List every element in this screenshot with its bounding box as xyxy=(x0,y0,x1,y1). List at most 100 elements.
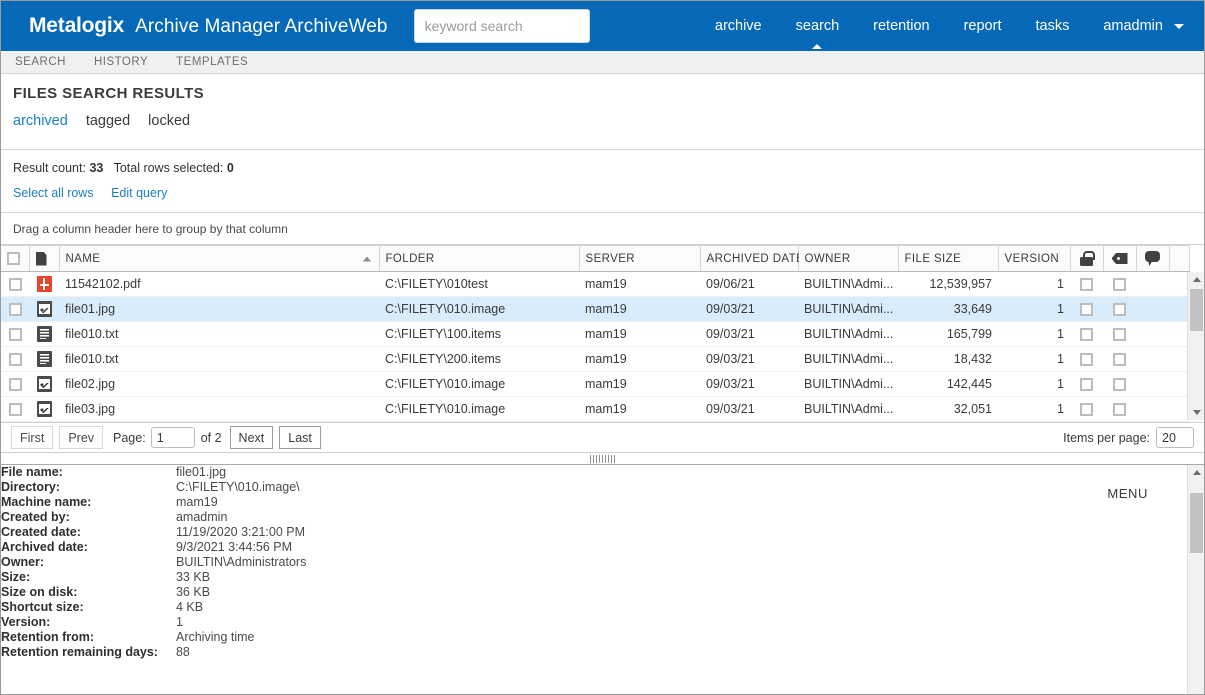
detail-scroll-up-button[interactable] xyxy=(1188,465,1204,480)
tagged-checkbox[interactable] xyxy=(1113,378,1126,391)
column-header-locked[interactable] xyxy=(1070,246,1103,272)
scroll-up-button[interactable] xyxy=(1188,272,1205,287)
img-file-icon xyxy=(37,301,52,317)
row-locked-cell[interactable] xyxy=(1070,372,1103,397)
locked-checkbox[interactable] xyxy=(1080,403,1093,416)
detail-menu-button[interactable]: MENU xyxy=(1107,486,1148,501)
row-locked-cell[interactable] xyxy=(1070,347,1103,372)
row-locked-cell[interactable] xyxy=(1070,397,1103,422)
row-tagged-cell[interactable] xyxy=(1103,272,1136,297)
nav-item-search[interactable]: search xyxy=(779,1,857,51)
detail-vertical-scrollbar[interactable] xyxy=(1187,465,1204,695)
next-page-button[interactable]: Next xyxy=(230,426,274,449)
table-row[interactable]: 11542102.pdfC:\FILETY\010testmam1909/06/… xyxy=(1,272,1189,297)
row-tagged-cell[interactable] xyxy=(1103,322,1136,347)
row-checkbox[interactable] xyxy=(9,278,22,291)
table-row[interactable]: file01.jpgC:\FILETY\010.imagemam1909/03/… xyxy=(1,297,1189,322)
subnav-item-templates[interactable]: TEMPLATES xyxy=(176,56,248,68)
filter-tab-tagged[interactable]: tagged xyxy=(86,113,130,129)
row-select-cell[interactable] xyxy=(1,397,29,422)
nav-item-tasks[interactable]: tasks xyxy=(1018,1,1086,51)
row-select-cell[interactable] xyxy=(1,372,29,397)
last-page-button[interactable]: Last xyxy=(279,426,321,449)
edit-query-link[interactable]: Edit query xyxy=(111,186,167,200)
row-name-cell[interactable]: file01.jpg xyxy=(59,297,379,322)
locked-checkbox[interactable] xyxy=(1080,328,1093,341)
page-number-input[interactable] xyxy=(151,427,195,448)
tagged-checkbox[interactable] xyxy=(1113,403,1126,416)
scrollbar-thumb[interactable] xyxy=(1190,289,1203,331)
column-header-comment[interactable] xyxy=(1136,246,1169,272)
prev-page-button[interactable]: Prev xyxy=(59,426,103,449)
filter-tab-archived[interactable]: archived xyxy=(13,113,68,129)
row-checkbox[interactable] xyxy=(9,378,22,391)
panel-splitter[interactable] xyxy=(1,453,1204,465)
row-tagged-cell[interactable] xyxy=(1103,397,1136,422)
select-all-header[interactable] xyxy=(1,246,29,272)
column-header-archived-date[interactable]: ARCHIVED DATE xyxy=(700,246,798,272)
select-all-rows-link[interactable]: Select all rows xyxy=(13,186,94,200)
row-select-cell[interactable] xyxy=(1,322,29,347)
items-per-page-input[interactable] xyxy=(1156,427,1194,448)
column-header-version[interactable]: VERSION xyxy=(998,246,1070,272)
row-name-cell[interactable]: file010.txt xyxy=(59,347,379,372)
row-locked-cell[interactable] xyxy=(1070,322,1103,347)
row-name-cell[interactable]: 11542102.pdf xyxy=(59,272,379,297)
table-row[interactable]: file010.txtC:\FILETY\200.itemsmam1909/03… xyxy=(1,347,1189,372)
first-page-button[interactable]: First xyxy=(11,426,53,449)
row-name-cell[interactable]: file03.jpg xyxy=(59,397,379,422)
column-header-file-size[interactable]: FILE SIZE xyxy=(898,246,998,272)
column-header-server[interactable]: SERVER xyxy=(579,246,700,272)
row-select-cell[interactable] xyxy=(1,347,29,372)
row-tagged-cell[interactable] xyxy=(1103,297,1136,322)
filter-tab-locked[interactable]: locked xyxy=(148,113,190,129)
select-all-checkbox[interactable] xyxy=(7,252,20,265)
search-input[interactable] xyxy=(414,9,590,43)
row-comment-cell[interactable] xyxy=(1136,322,1169,347)
row-tagged-cell[interactable] xyxy=(1103,372,1136,397)
subnav-item-search[interactable]: SEARCH xyxy=(15,56,66,68)
row-checkbox[interactable] xyxy=(9,328,22,341)
row-locked-cell[interactable] xyxy=(1070,297,1103,322)
nav-item-report[interactable]: report xyxy=(947,1,1019,51)
row-name-cell[interactable]: file02.jpg xyxy=(59,372,379,397)
tagged-checkbox[interactable] xyxy=(1113,278,1126,291)
row-comment-cell[interactable] xyxy=(1136,297,1169,322)
detail-scrollbar-thumb[interactable] xyxy=(1190,493,1203,553)
filetype-header[interactable] xyxy=(29,246,59,272)
tagged-checkbox[interactable] xyxy=(1113,328,1126,341)
column-header-owner[interactable]: OWNER xyxy=(798,246,898,272)
user-menu[interactable]: amadmin xyxy=(1086,1,1188,51)
group-by-dropzone[interactable]: Drag a column header here to group by th… xyxy=(1,213,1204,245)
row-select-cell[interactable] xyxy=(1,272,29,297)
row-locked-cell[interactable] xyxy=(1070,272,1103,297)
row-tagged-cell[interactable] xyxy=(1103,347,1136,372)
row-checkbox[interactable] xyxy=(9,303,22,316)
row-select-cell[interactable] xyxy=(1,297,29,322)
locked-checkbox[interactable] xyxy=(1080,303,1093,316)
locked-checkbox[interactable] xyxy=(1080,278,1093,291)
nav-item-archive[interactable]: archive xyxy=(698,1,779,51)
row-checkbox[interactable] xyxy=(9,353,22,366)
nav-item-retention[interactable]: retention xyxy=(856,1,946,51)
tagged-checkbox[interactable] xyxy=(1113,303,1126,316)
grid-vertical-scrollbar[interactable] xyxy=(1187,272,1204,420)
table-row[interactable]: file010.txtC:\FILETY\100.itemsmam1909/03… xyxy=(1,322,1189,347)
row-comment-cell[interactable] xyxy=(1136,397,1169,422)
table-row[interactable]: file02.jpgC:\FILETY\010.imagemam1909/03/… xyxy=(1,372,1189,397)
locked-checkbox[interactable] xyxy=(1080,378,1093,391)
row-checkbox[interactable] xyxy=(9,403,22,416)
column-header-tagged[interactable] xyxy=(1103,246,1136,272)
scroll-down-button[interactable] xyxy=(1188,405,1205,420)
tagged-checkbox[interactable] xyxy=(1113,353,1126,366)
table-row[interactable]: file03.jpgC:\FILETY\010.imagemam1909/03/… xyxy=(1,397,1189,422)
row-comment-cell[interactable] xyxy=(1136,372,1169,397)
row-comment-cell[interactable] xyxy=(1136,347,1169,372)
column-header-name[interactable]: NAME xyxy=(59,246,379,272)
locked-checkbox[interactable] xyxy=(1080,353,1093,366)
row-name-cell[interactable]: file010.txt xyxy=(59,322,379,347)
column-header-folder[interactable]: FOLDER xyxy=(379,246,579,272)
subnav-item-history[interactable]: HISTORY xyxy=(94,56,148,68)
splitter-grip[interactable] xyxy=(590,455,616,463)
row-comment-cell[interactable] xyxy=(1136,272,1169,297)
